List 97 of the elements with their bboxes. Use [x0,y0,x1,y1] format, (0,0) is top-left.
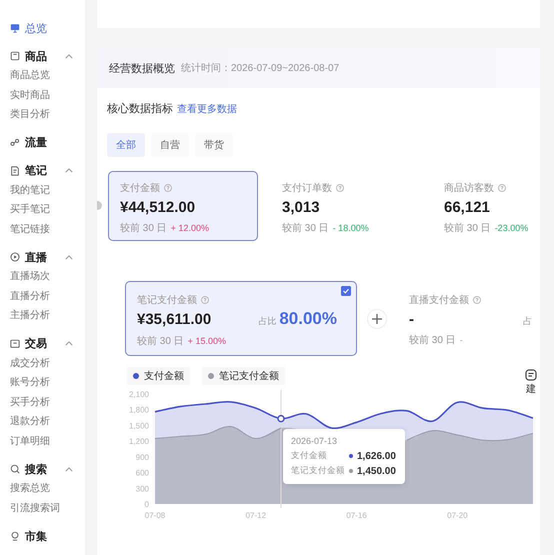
play-icon [10,252,20,262]
y-tick-label: 300 [136,484,149,494]
help-icon[interactable] [201,296,209,304]
nav-subitem[interactable]: 商品总览 [10,66,85,86]
y-tick-label: 1,500 [128,421,149,430]
nav-subitem[interactable]: 我的笔记 [10,180,85,200]
ratio-label: 占比 [258,315,276,328]
y-tick-label: 0 [144,500,149,509]
series-dot [349,454,353,458]
nav-group-header[interactable]: 商品 [10,46,85,66]
tooltip-label: 支付金额 [291,450,328,462]
search-icon [10,464,20,474]
nav-subitem[interactable]: 买手笔记 [10,200,85,220]
metric-label: 支付金额 [120,182,160,195]
metric-label: 商品访客数 [444,182,494,195]
nav-subitem[interactable]: 成交分析 [10,354,85,373]
y-tick-label: 2,100 [128,390,149,399]
metric-value: 3,013 [282,199,321,216]
nav-subitem[interactable]: 类目分析 [10,105,85,124]
compare-label: 较前 30 日 [444,222,491,235]
x-tick-label: 07-12 [246,511,266,520]
nav-subitem[interactable]: 实时商品 [10,86,85,105]
filter-tab[interactable]: 带货 [195,133,233,157]
metric-value: - [409,311,414,328]
y-tick-label: 1,200 [128,437,149,446]
metric-label: 直播支付金额 [409,294,469,307]
compare-label: 较前 30 日 [120,222,167,235]
compare-label: 较前 30 日 [137,334,184,348]
nav-subitem[interactable]: 引流搜索词 [10,498,85,518]
metric-card[interactable]: 支付订单数 3,013 较前 30 日 - 18.00% [270,171,420,241]
tooltip-value: 1,450.00 [357,466,396,476]
nav-subitem[interactable]: 订单明细 [10,432,85,451]
nav-subitem[interactable]: 退款分析 [10,412,85,432]
nav-subitem[interactable]: 主播分析 [10,306,85,326]
change-value: + 12.00% [170,223,209,233]
tooltip-date: 2026-07-13 [291,436,338,446]
legend-label: 笔记支付金额 [219,370,279,383]
box-icon [10,51,20,61]
tooltip-label: 笔记支付金额 [291,465,345,477]
x-tick-label: 07-20 [447,511,468,520]
compare-label: 较前 30 日 [282,222,329,235]
legend-label: 支付金额 [144,370,184,383]
metric-value: 66,121 [444,199,491,216]
share-icon [10,138,20,148]
nav-subitem[interactable]: 搜索总览 [10,479,85,498]
nav-item[interactable]: 流量 [10,132,85,152]
plus-icon [367,308,387,328]
document-icon [10,166,20,176]
metric-card[interactable]: 笔记支付金额 ¥35,611.00 占比 80.00% 较前 30 日 + 15.00% [125,281,357,356]
metric-card[interactable]: 商品访客数 66,121 较前 30 日 -23.00% [432,171,540,241]
help-icon[interactable] [336,184,344,192]
note-icon [525,369,537,381]
nav-item[interactable]: 市集 [10,526,85,546]
nav-group-header[interactable]: 笔记 [10,160,85,180]
section-title: 核心数据指标 [107,102,173,116]
nav-subitem[interactable]: 买手分析 [10,392,85,412]
tooltip-value: 1,626.00 [357,450,396,462]
nav-group-header[interactable]: 搜索 [10,459,85,479]
compare-label: 较前 30 日 [409,334,456,347]
help-icon[interactable] [498,184,506,192]
nav-group-header[interactable]: 直播 [10,247,85,267]
legend-item[interactable]: 笔记支付金额 [202,367,285,385]
legend-item[interactable]: 支付金额 [127,367,190,385]
metric-card[interactable]: 直播支付金额 - 占 较前 30 日 - [397,281,537,356]
x-tick-label: 07-16 [346,511,367,520]
ratio-value: 80.00% [279,309,337,329]
change-value: -23.00% [494,223,528,233]
metric-value: ¥35,611.00 [137,311,212,328]
change-value: - 18.00% [332,223,369,233]
more-data-link[interactable]: 查看更多数据 [177,102,237,116]
metric-label: 支付订单数 [282,182,332,195]
metric-card[interactable]: 支付金额 ¥44,512.00 较前 30 日 + 12.00% [108,171,258,241]
nav-subitem[interactable]: 直播场次 [10,267,85,286]
y-tick-label: 600 [136,468,149,478]
period-text: 统计时间：2026-07-09~2026-08-07 [181,62,340,75]
y-tick-label: 900 [136,452,149,462]
page-title: 经营数据概览 [109,62,175,76]
y-tick-label: 1,800 [128,406,149,415]
nav-group-header[interactable]: 交易 [10,334,85,354]
series-dot [349,469,353,473]
filter-tab[interactable]: 自营 [151,133,189,157]
hover-point [277,414,285,422]
nav-item[interactable]: 总览 [10,18,85,38]
nav-subitem[interactable]: 笔记链接 [10,220,85,239]
monitor-icon [10,23,20,33]
metric-label: 笔记支付金额 [137,294,197,307]
metric-value: ¥44,512.00 [120,199,196,216]
filter-tab[interactable]: 全部 [107,133,145,157]
x-tick-label: 07-08 [144,511,166,520]
change-value: - [460,335,463,345]
nav-subitem[interactable]: 直播分析 [10,286,85,306]
change-value: + 15.00% [188,336,226,346]
checkbox[interactable] [341,286,351,296]
ratio-label: 占 [523,315,532,328]
help-icon[interactable] [473,296,481,304]
nav-subitem[interactable]: 账号分析 [10,373,85,392]
help-icon[interactable] [164,184,172,192]
